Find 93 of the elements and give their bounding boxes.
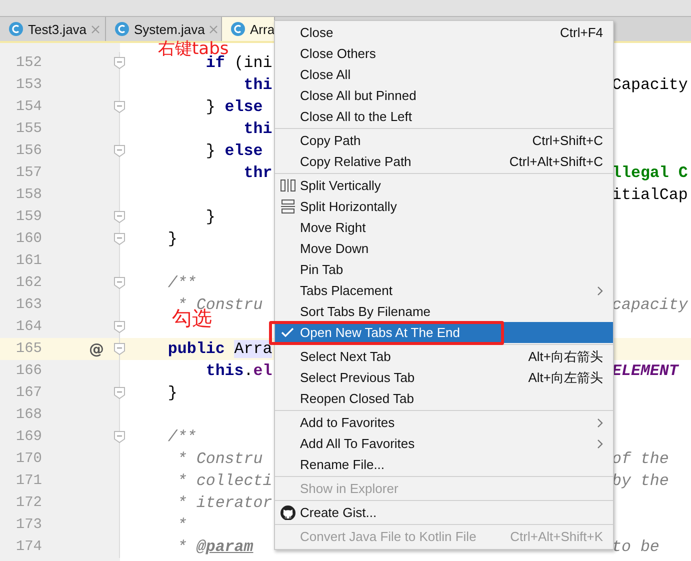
line-number: 171 <box>14 473 42 489</box>
code-line: * @param <box>176 538 254 556</box>
shortcut-text: Ctrl+Shift+C <box>531 133 603 148</box>
shortcut-text: Ctrl+Alt+Shift+C <box>508 154 603 169</box>
editor-tab[interactable]: Arra <box>222 17 275 41</box>
line-number: 159 <box>14 209 42 225</box>
line-number: 154 <box>14 99 42 115</box>
code-line: } else <box>204 142 263 160</box>
shortcut-text: Ctrl+F4 <box>559 25 603 40</box>
shortcut-text: Alt+向左箭头 <box>527 368 603 386</box>
line-number: 163 <box>14 297 42 313</box>
line-number: 162 <box>14 275 42 291</box>
class-file-icon <box>114 21 130 37</box>
line-number: 174 <box>14 539 42 555</box>
fold-icon[interactable] <box>114 277 125 289</box>
line-number: 156 <box>14 143 42 159</box>
fold-icon[interactable] <box>114 431 125 443</box>
line-number: 170 <box>14 451 42 467</box>
menu-item[interactable]: Sort Tabs By Filename <box>275 301 613 322</box>
fold-icon[interactable] <box>114 57 125 69</box>
line-number: 165 <box>14 341 42 357</box>
menu-item[interactable]: Close Ctrl+F4 <box>275 22 613 43</box>
line-number: 164 <box>14 319 42 335</box>
line-number: 172 <box>14 495 42 511</box>
split-horizontal-icon <box>280 199 296 214</box>
line-number: 168 <box>14 407 42 423</box>
code-line: * collecti <box>176 472 272 490</box>
code-line: } <box>204 208 216 226</box>
menu-item[interactable]: Tabs Placement <box>275 280 613 301</box>
line-number: 158 <box>14 187 42 203</box>
code-line: capacity <box>611 296 688 314</box>
menu-item[interactable]: Add All To Favorites <box>275 433 613 454</box>
menu-item[interactable]: Reopen Closed Tab <box>275 388 613 409</box>
code-line: thi <box>242 120 272 138</box>
gutter-marker[interactable]: @ <box>89 340 104 358</box>
line-number: 157 <box>14 165 42 181</box>
fold-icon[interactable] <box>114 321 125 333</box>
fold-icon[interactable] <box>114 101 125 113</box>
menu-item[interactable]: Open New Tabs At The End <box>275 322 613 343</box>
line-number: 160 <box>14 231 42 247</box>
menu-item[interactable]: Rename File... <box>275 454 613 475</box>
code-line: to be <box>611 538 660 556</box>
code-line: thi <box>242 76 272 94</box>
fold-icon[interactable] <box>114 233 125 245</box>
code-line: * iterator <box>176 494 272 512</box>
code-line: } <box>166 230 178 248</box>
line-number: 169 <box>14 429 42 445</box>
menu-item[interactable]: Move Down <box>275 238 613 259</box>
line-number: 152 <box>14 55 42 71</box>
fold-icon[interactable] <box>114 145 125 157</box>
line-number: 167 <box>14 385 42 401</box>
menu-item[interactable]: Split Horizontally <box>275 196 613 217</box>
shortcut-text: Ctrl+Alt+Shift+K <box>509 529 603 544</box>
menu-item[interactable]: Move Right <box>275 217 613 238</box>
code-line: this.el <box>204 362 272 380</box>
code-line: llegal C <box>611 164 688 182</box>
menu-item[interactable]: Close All but Pinned <box>275 85 613 106</box>
code-line: thr <box>242 164 272 182</box>
code-line: * Constru <box>176 450 263 468</box>
code-line: /** <box>166 274 196 292</box>
code-line: /** <box>166 428 196 446</box>
code-line: } else <box>204 98 263 116</box>
fold-icon[interactable] <box>114 387 125 399</box>
fold-icon[interactable] <box>114 211 125 223</box>
menu-item[interactable]: Pin Tab <box>275 259 613 280</box>
menu-item[interactable]: Add to Favorites <box>275 412 613 433</box>
line-number: 161 <box>14 253 42 269</box>
menu-item[interactable]: Close All <box>275 64 613 85</box>
menu-item[interactable]: Copy Path Ctrl+Shift+C <box>275 130 613 151</box>
split-vertical-icon <box>280 178 296 193</box>
menu-item[interactable]: Split Vertically <box>275 175 613 196</box>
code-line: } <box>166 384 178 402</box>
line-number: 155 <box>14 121 42 137</box>
code-line: Capacity <box>611 76 688 94</box>
menu-item[interactable]: Select Previous Tab Alt+向左箭头 <box>275 367 613 388</box>
menu-item[interactable]: Close Others <box>275 43 613 64</box>
menu-item[interactable]: Select Next Tab Alt+向右箭头 <box>275 346 613 367</box>
menu-item[interactable]: Create Gist... <box>275 502 613 523</box>
line-number: 166 <box>14 363 42 379</box>
line-number: 173 <box>14 517 42 533</box>
code-line: ELEMENT <box>611 362 678 380</box>
cat-silhouette-icon <box>280 505 296 520</box>
class-file-icon <box>230 21 246 37</box>
class-file-icon <box>8 21 24 37</box>
fold-icon[interactable] <box>114 343 125 355</box>
code-line: itialCap <box>611 186 688 204</box>
close-icon[interactable] <box>90 24 100 34</box>
code-line: * <box>176 516 187 534</box>
menu-item[interactable]: Close All to the Left <box>275 106 613 127</box>
close-icon[interactable] <box>208 24 218 34</box>
line-number: 153 <box>14 77 42 93</box>
menu-item[interactable]: Copy Relative Path Ctrl+Alt+Shift+C <box>275 151 613 172</box>
shortcut-text: Alt+向右箭头 <box>527 348 603 366</box>
